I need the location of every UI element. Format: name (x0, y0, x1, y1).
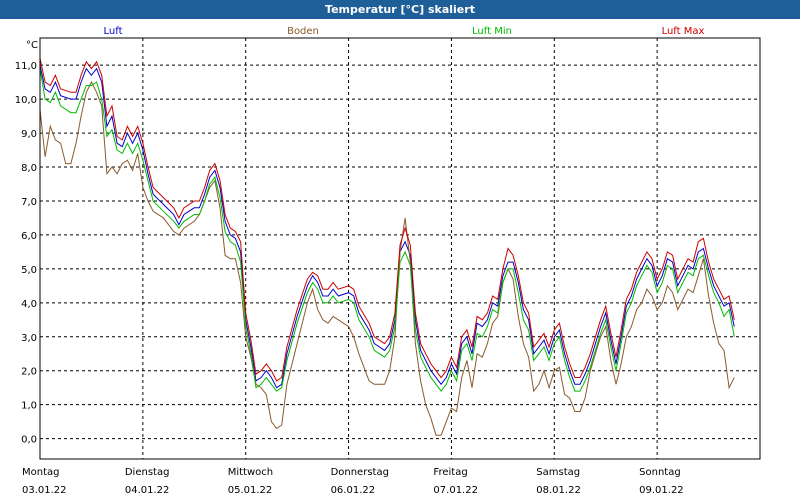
y-tick-label: 3,0 (21, 333, 37, 344)
legend-entry: Boden (287, 26, 319, 37)
x-tick-day: Sonntag (639, 467, 681, 478)
x-tick-date: 03.01.22 (22, 485, 67, 496)
y-tick-label: 1,0 (21, 401, 37, 412)
x-tick-day: Donnerstag (331, 467, 389, 478)
temperature-chart: Luft Boden Luft Min Luft Max °C 0,0 1,0 2,0 3,… (0, 19, 800, 500)
x-tick-day: Montag (22, 467, 59, 478)
y-tick-label: 11,0 (15, 61, 37, 72)
x-tick-date: 05.01.22 (228, 485, 273, 496)
legend-entry: Luft (104, 26, 123, 37)
legend-entry: Luft Min (472, 26, 512, 37)
x-tick-date: 04.01.22 (125, 485, 170, 496)
x-tick-date: 07.01.22 (433, 485, 478, 496)
y-tick-label: 8,0 (21, 163, 37, 174)
y-tick-label: 6,0 (21, 231, 37, 242)
x-tick-day: Freitag (433, 467, 467, 478)
x-tick-date: 09.01.22 (639, 485, 684, 496)
y-tick-label: 5,0 (21, 265, 37, 276)
legend-entry: Luft Max (662, 26, 705, 37)
y-tick-label: 2,0 (21, 367, 37, 378)
x-tick-day: Samstag (536, 467, 580, 478)
x-tick-day: Mittwoch (228, 467, 273, 478)
y-tick-label: 10,0 (15, 95, 37, 106)
x-tick-date: 06.01.22 (331, 485, 376, 496)
y-tick-label: 9,0 (21, 129, 37, 140)
y-tick-label: 7,0 (21, 197, 37, 208)
chart-title: Temperatur [°C] skaliert (0, 0, 800, 19)
x-tick-day: Dienstag (125, 467, 170, 478)
y-axis-unit: °C (26, 40, 38, 51)
x-tick-date: 08.01.22 (536, 485, 581, 496)
y-tick-label: 0,0 (21, 435, 37, 446)
y-tick-label: 4,0 (21, 299, 37, 310)
